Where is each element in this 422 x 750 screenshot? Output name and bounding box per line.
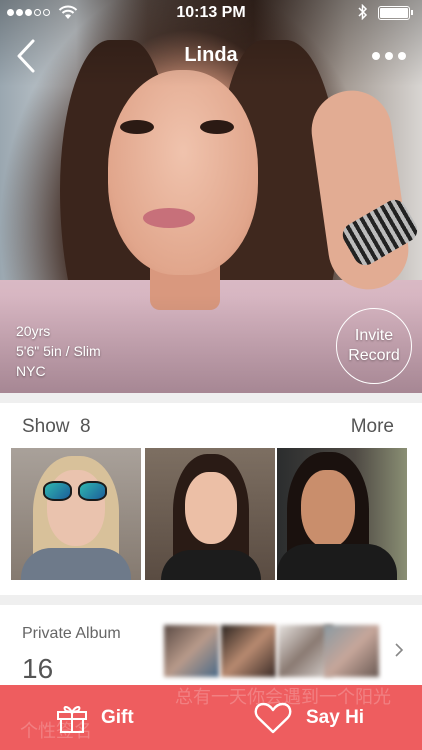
private-album-thumbnail[interactable]	[324, 625, 379, 677]
more-menu-button[interactable]	[372, 48, 410, 64]
show-section-header: Show 8 More	[0, 403, 422, 447]
profile-location: NYC	[16, 363, 46, 379]
more-dots-icon	[372, 52, 380, 60]
show-photo[interactable]	[11, 448, 141, 580]
heart-icon	[254, 702, 292, 734]
bottom-action-bar: 个性签名 总有一天你会遇到一个阳光 Gift Say Hi	[0, 685, 422, 750]
private-album-count: 16	[22, 653, 54, 684]
profile-body: 5'6" 5in / Slim	[16, 343, 101, 359]
invite-record-button[interactable]: Invite Record	[336, 308, 412, 384]
show-photo[interactable]	[145, 448, 275, 580]
sunglasses	[43, 481, 107, 501]
profile-age: 20yrs	[16, 323, 51, 339]
gift-label: Gift	[101, 707, 134, 728]
private-album-title: Private Album	[22, 625, 121, 642]
gift-button[interactable]: Gift	[55, 695, 134, 741]
show-count: 8	[80, 416, 91, 437]
private-album-section[interactable]: Private Album 16	[0, 605, 422, 690]
chevron-right-icon[interactable]	[392, 643, 406, 657]
page-title: Linda	[184, 44, 238, 66]
private-album-thumbnail[interactable]	[164, 625, 219, 677]
gift-icon	[57, 706, 87, 733]
bluetooth-icon	[358, 4, 368, 20]
show-title: Show	[22, 416, 70, 437]
battery-icon	[378, 6, 413, 20]
invite-record-line2: Record	[348, 347, 400, 364]
status-bar: 10:13 PM	[0, 0, 422, 26]
say-hi-button[interactable]: Say Hi	[254, 695, 364, 741]
private-album-thumbnail[interactable]	[221, 625, 276, 677]
show-photo[interactable]	[277, 448, 407, 580]
section-divider	[0, 393, 422, 403]
say-hi-label: Say Hi	[306, 707, 365, 728]
profile-info: 20yrs 5'6" 5in / Slim NYC	[16, 321, 101, 381]
show-more-link[interactable]: More	[351, 416, 394, 438]
section-divider	[0, 595, 422, 605]
invite-record-line1: Invite	[354, 327, 394, 344]
